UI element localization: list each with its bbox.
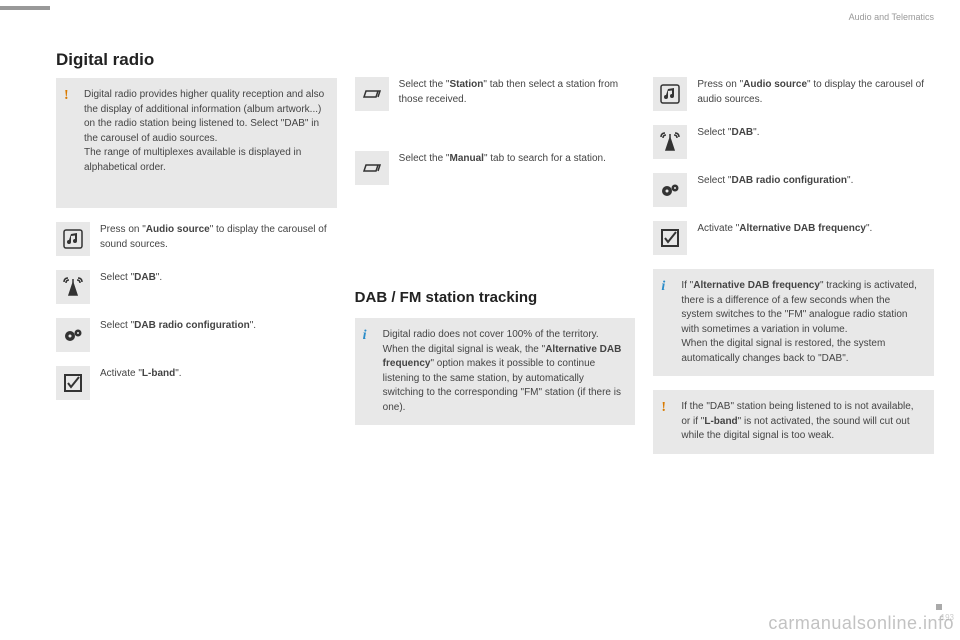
music-note-icon: [653, 77, 687, 111]
spacer: [653, 50, 934, 77]
spacer: [355, 199, 636, 289]
antenna-icon: [56, 270, 90, 304]
antenna-icon: [653, 125, 687, 159]
column-left: Digital radio ! Digital radio provides h…: [56, 50, 337, 626]
intro-note: ! Digital radio provides higher quality …: [56, 78, 337, 208]
spacer: [355, 125, 636, 151]
top-accent-bar: [0, 6, 50, 10]
step-text: Select "DAB radio configuration".: [697, 173, 853, 189]
step-manual-tab: Select the "Manual" tab to search for a …: [355, 151, 636, 185]
step-text: Press on "Audio source" to display the c…: [100, 222, 337, 252]
step-text: Select "DAB".: [697, 125, 759, 141]
step-activate-alt-freq: Activate "Alternative DAB frequency".: [653, 221, 934, 255]
watermark: carmanualsonline.info: [768, 613, 954, 634]
info-icon: i: [661, 277, 665, 297]
step-dab-config: Select "DAB radio configuration".: [653, 173, 934, 207]
warning-icon: !: [661, 398, 666, 418]
breadcrumb: Audio and Telematics: [849, 12, 934, 22]
checkbox-icon: [653, 221, 687, 255]
step-text: Activate "L-band".: [100, 366, 182, 382]
page-title: Digital radio: [56, 50, 337, 70]
corner-marker: [936, 604, 942, 610]
step-audio-source: Press on "Audio source" to display the c…: [653, 77, 934, 111]
step-select-dab: Select "DAB".: [56, 270, 337, 304]
step-activate-lband: Activate "L-band".: [56, 366, 337, 400]
step-text: Select the "Station" tab then select a s…: [399, 77, 636, 107]
info-text: Digital radio does not cover 100% of the…: [383, 329, 622, 413]
step-text: Select "DAB radio configuration".: [100, 318, 256, 334]
step-dab-config: Select "DAB radio configuration".: [56, 318, 337, 352]
intro-note-text: Digital radio provides higher quality re…: [84, 89, 324, 173]
warning-note-lband: ! If the "DAB" station being listened to…: [653, 390, 934, 454]
spacer: [355, 50, 636, 77]
page-content: Digital radio ! Digital radio provides h…: [56, 50, 934, 626]
gears-icon: [56, 318, 90, 352]
warning-text: If the "DAB" station being listened to i…: [681, 401, 913, 441]
parallelogram-icon: [355, 151, 389, 185]
checkbox-icon: [56, 366, 90, 400]
warning-icon: !: [64, 86, 69, 106]
step-audio-source: Press on "Audio source" to display the c…: [56, 222, 337, 256]
info-note-tracking: i Digital radio does not cover 100% of t…: [355, 318, 636, 425]
step-text: Select "DAB".: [100, 270, 162, 286]
step-text: Press on "Audio source" to display the c…: [697, 77, 934, 107]
column-right: Press on "Audio source" to display the c…: [653, 50, 934, 626]
step-select-dab: Select "DAB".: [653, 125, 934, 159]
gears-icon: [653, 173, 687, 207]
step-text: Select the "Manual" tab to search for a …: [399, 151, 606, 167]
info-note-alt-freq: i If "Alternative DAB frequency" trackin…: [653, 269, 934, 376]
column-middle: Select the "Station" tab then select a s…: [355, 50, 636, 626]
music-note-icon: [56, 222, 90, 256]
section-heading: DAB / FM station tracking: [355, 289, 636, 306]
info-text: If "Alternative DAB frequency" tracking …: [681, 280, 917, 364]
info-icon: i: [363, 326, 367, 346]
parallelogram-icon: [355, 77, 389, 111]
step-station-tab: Select the "Station" tab then select a s…: [355, 77, 636, 111]
step-text: Activate "Alternative DAB frequency".: [697, 221, 872, 237]
